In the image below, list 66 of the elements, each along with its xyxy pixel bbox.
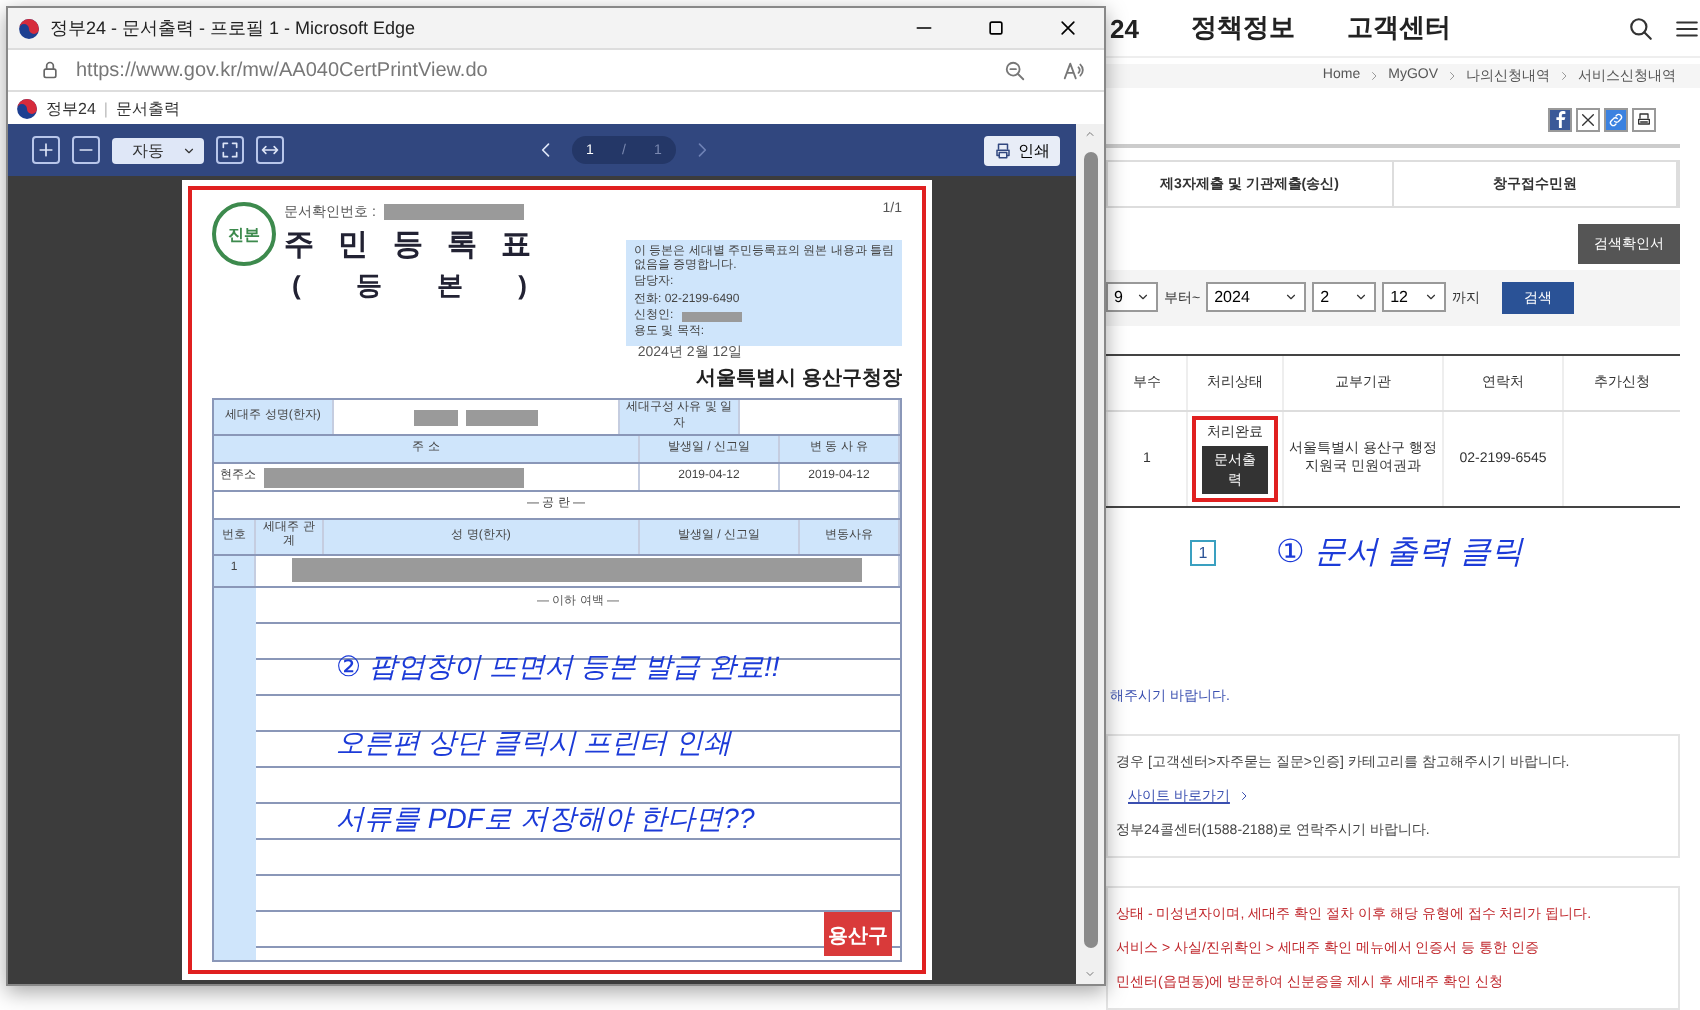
x-share-button[interactable] <box>1576 107 1600 132</box>
issuer-name: 서울특별시 용산구청장 <box>696 366 902 393</box>
redaction-bar <box>681 311 742 322</box>
district-stamp: 용산구 <box>824 912 892 956</box>
redaction-bar <box>383 204 524 220</box>
x-logo-icon <box>1580 111 1596 128</box>
page-button[interactable]: 1 <box>1190 540 1216 566</box>
plus-icon <box>36 140 56 160</box>
document-subtitle: ( 등 본 ) <box>290 268 551 304</box>
scroll-up-icon <box>1084 128 1096 140</box>
scrollbar[interactable] <box>1076 124 1104 984</box>
zoom-select[interactable]: 자동 <box>112 137 204 163</box>
nav-link[interactable]: 24 <box>1110 13 1139 44</box>
fit-page-icon <box>220 140 240 160</box>
zoom-out-button[interactable] <box>72 136 100 164</box>
government-logo-icon <box>16 97 38 119</box>
close-icon <box>1058 18 1078 38</box>
chevron-right-icon <box>1368 69 1381 82</box>
print-page-button[interactable] <box>1632 107 1656 132</box>
chevron-down-icon <box>1284 290 1299 305</box>
redaction-bar <box>414 409 458 426</box>
printer-icon <box>994 141 1012 159</box>
chevron-down-icon <box>1354 290 1369 305</box>
fit-page-button[interactable] <box>216 136 244 164</box>
search-icon[interactable] <box>1628 15 1654 42</box>
start-select[interactable]: 9 <box>1106 282 1158 313</box>
print-button[interactable]: 인쇄 <box>984 135 1060 165</box>
fit-width-button[interactable] <box>256 136 284 164</box>
url-text: https://www.gov.kr/mw/AA040CertPrintView.do <box>76 59 488 81</box>
annotation-text: ② 팝업창이 뜨면서 등본 발급 완료!! <box>336 649 780 685</box>
document-title: 주 민 등 록 표 <box>284 226 542 264</box>
nav-link[interactable]: 고객센터 <box>1346 10 1451 47</box>
day-select[interactable]: 12 <box>1382 282 1447 313</box>
month-select[interactable]: 2 <box>1312 282 1377 313</box>
zoom-out-icon[interactable] <box>1004 59 1026 81</box>
facebook-share-button[interactable] <box>1548 107 1572 132</box>
maximize-icon <box>986 18 1006 38</box>
lock-icon <box>40 60 60 80</box>
zoom-in-button[interactable] <box>32 136 60 164</box>
annotation-text: 서류를 PDF로 저장해야 한다면?? <box>336 801 755 837</box>
window-title: 정부24 - 문서출력 - 프로필 1 - Microsoft Edge <box>50 15 416 41</box>
annotation-text: 오른편 상단 클릭시 프린터 인쇄 <box>336 725 732 761</box>
address-bar[interactable]: https://www.gov.kr/mw/AA040CertPrintView.do <box>8 48 1104 92</box>
site-brand: 정부24 <box>46 97 96 119</box>
chevron-right-icon <box>1558 69 1570 82</box>
menu-icon[interactable] <box>1674 15 1700 42</box>
link-share-button[interactable] <box>1604 107 1628 132</box>
chevron-down-icon <box>1136 290 1150 305</box>
chevron-right-icon <box>1446 69 1458 82</box>
chevron-down-icon <box>1424 290 1439 305</box>
divider-text: | <box>103 99 108 117</box>
year-select[interactable]: 2024 <box>1206 282 1307 313</box>
fit-width-icon <box>260 140 280 160</box>
read-aloud-icon[interactable] <box>1062 59 1084 81</box>
facebook-logo-icon <box>1554 110 1566 129</box>
page-name: 문서출력 <box>115 97 180 119</box>
authenticity-seal: 진본 <box>212 202 276 266</box>
nav-link[interactable]: 정책정보 <box>1190 10 1295 47</box>
chevron-down-icon <box>182 143 196 157</box>
redaction-bar <box>466 409 538 426</box>
printer-icon <box>1636 111 1652 128</box>
link-icon <box>1608 111 1624 128</box>
scroll-down-icon <box>1084 968 1096 980</box>
annotation-text: ① 문서 출력 클릭 <box>1276 534 1524 574</box>
chevron-right-icon <box>1237 790 1250 802</box>
government-logo-icon <box>18 17 40 39</box>
